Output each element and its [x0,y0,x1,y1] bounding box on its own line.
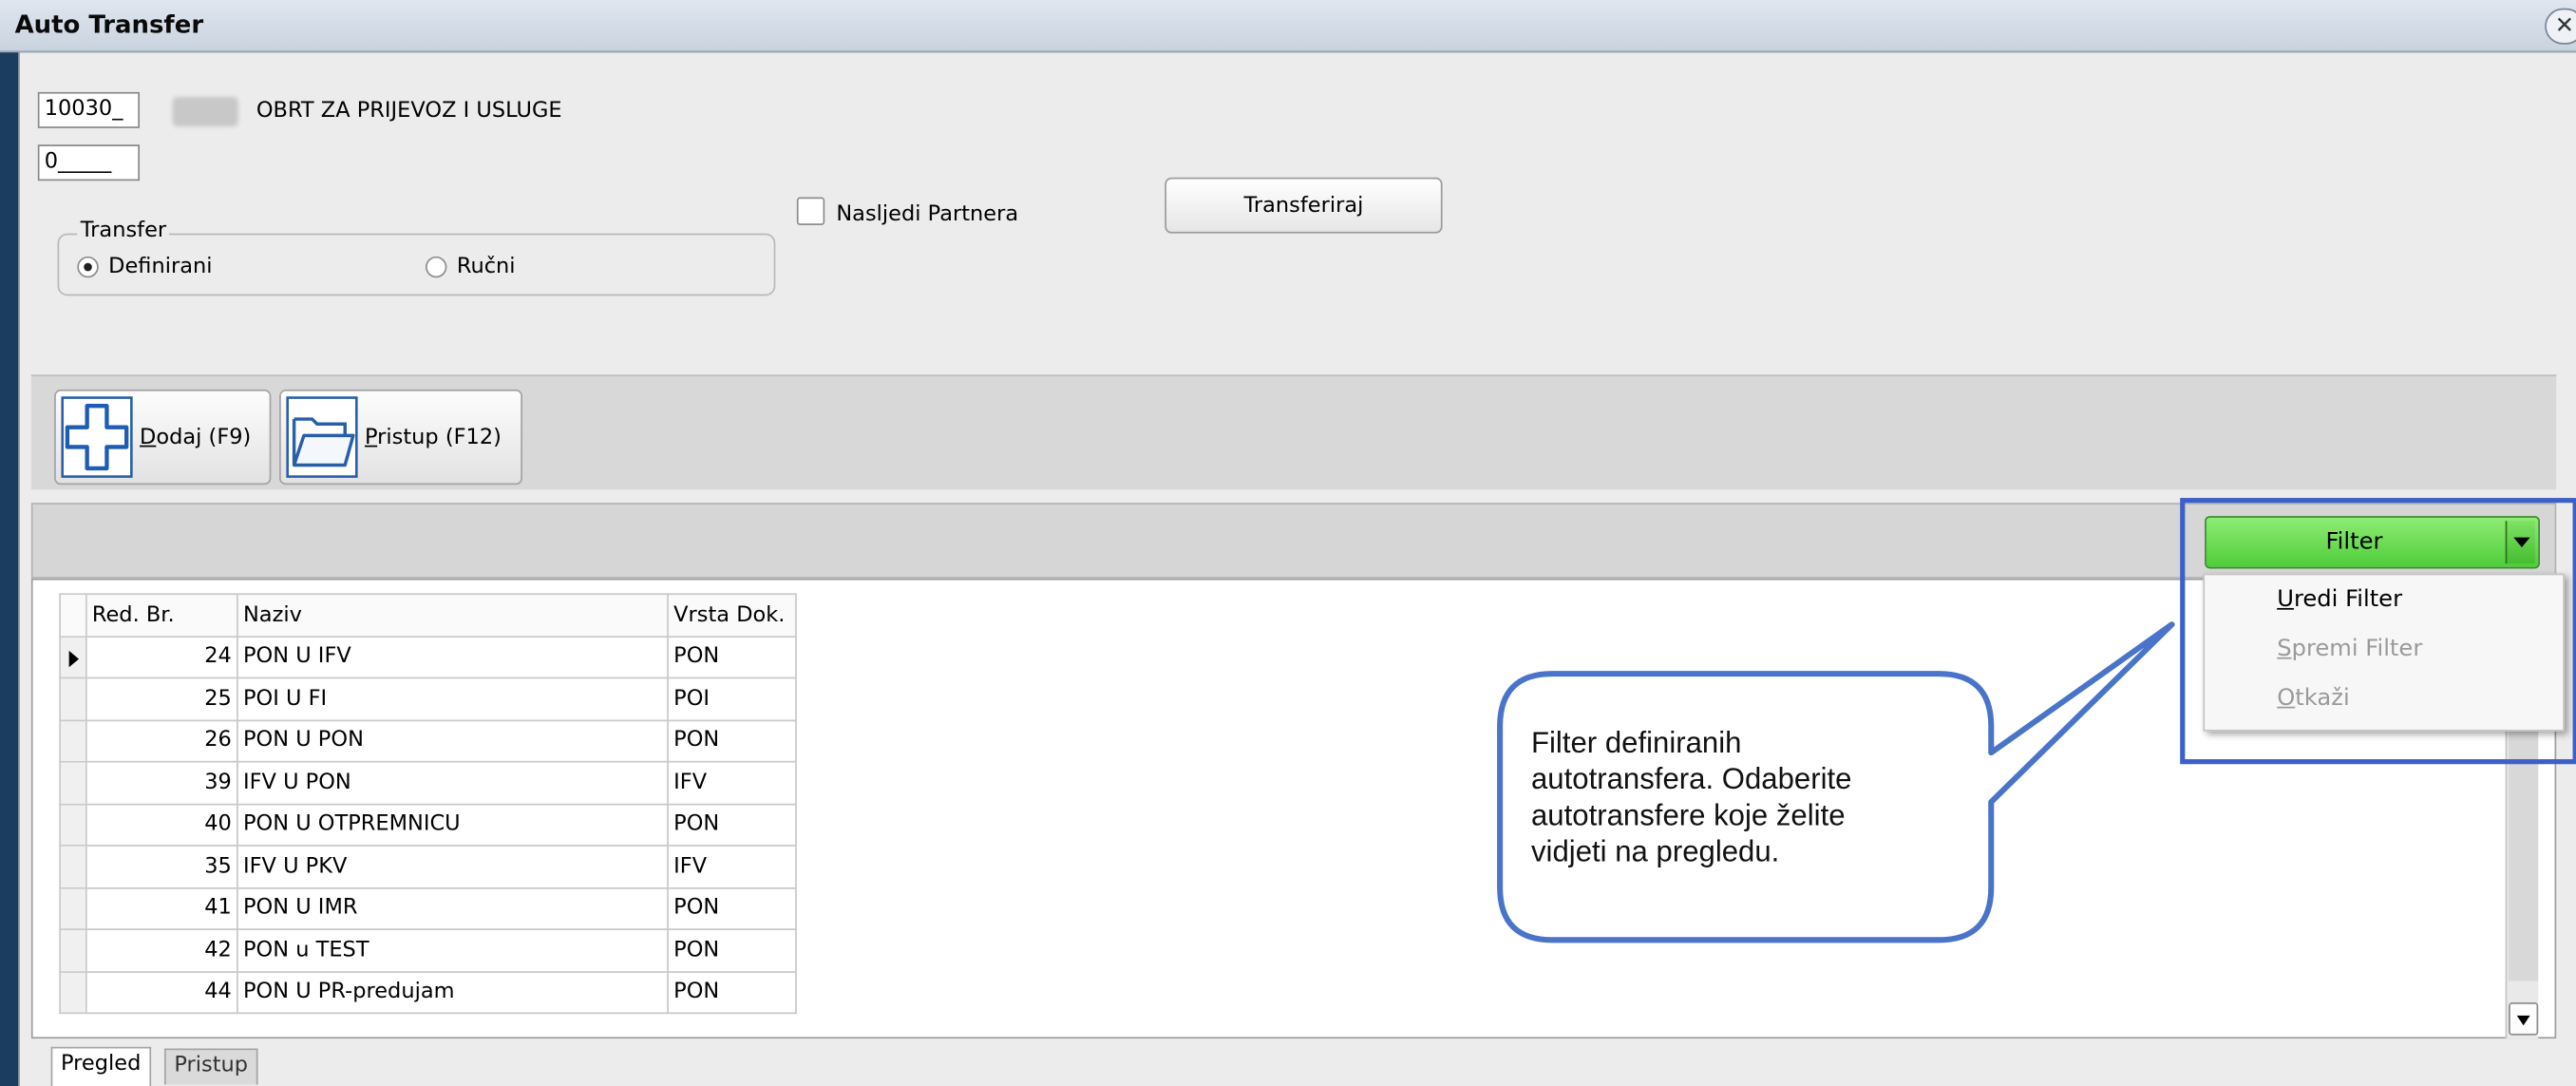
callout-text: Filter definiranih autotransfera. Odaber… [1531,725,1975,869]
toolbar: Dodaj (F9) Pristup (F12) [30,374,2557,490]
callout-line: autotransfere koje želite [1530,798,1846,832]
cell-no[interactable]: 35 [85,845,238,888]
table-header-row: Red. Br. Naziv Vrsta Dok. [59,593,797,638]
radio-rucni-label: Ručni [456,255,516,280]
cell-vrsta[interactable]: PON [667,970,797,1015]
grid-header-panel [30,503,2557,579]
cell-no[interactable]: 39 [85,760,238,805]
add-button-label: Dodaj (F9) [140,425,252,450]
transferiraj-button[interactable]: Transferiraj [1165,177,1443,234]
row-indicator [59,676,87,721]
inherit-partner-checkbox[interactable] [796,197,825,225]
radio-selected-icon[interactable] [77,256,99,278]
cell-naziv[interactable]: POI U FI [237,676,669,721]
row-indicator [59,886,87,930]
row-indicator [59,928,87,973]
table-row[interactable]: 44 PON U PR-predujam PON [59,970,797,1015]
row-indicator-header [59,593,87,638]
cell-vrsta[interactable]: IFV [667,845,797,888]
column-header-vrsta[interactable]: Vrsta Dok. [667,593,797,638]
table-row[interactable]: 40 PON U OTPREMNICU PON [59,802,797,847]
add-button[interactable]: Dodaj (F9) [54,389,272,486]
cell-no[interactable]: 40 [85,802,238,847]
cell-vrsta[interactable]: IFV [667,760,797,805]
highlight-box [2180,498,2576,765]
row-indicator [59,970,87,1015]
plus-icon [61,396,133,478]
table-row[interactable]: 26 PON U PON PON [59,718,797,763]
transfer-legend: Transfer [77,219,170,243]
access-button[interactable]: Pristup (F12) [279,389,523,486]
table-row[interactable]: 42 PON u TEST PON [59,928,797,973]
partner-name: OBRT ZA PRIJEVOZ I USLUGE [256,98,562,124]
radio-definirani-label: Definirani [108,255,213,280]
auto-transfer-screen: Auto Transfer ✕ 10030_ OBRT ZA PRIJEVOZ … [0,0,2576,1086]
inherit-partner-label: Nasljedi Partnera [836,201,1019,227]
cell-naziv[interactable]: PON u TEST [237,928,669,973]
cell-naziv[interactable]: PON U IMR [237,886,669,930]
title-bar: Auto Transfer ✕ [0,0,2576,53]
autotransfer-table: Red. Br. Naziv Vrsta Dok. 24 PON U IFV P… [59,593,797,1015]
secondary-code-field[interactable]: 0_____ [37,144,141,181]
callout-line: autotransfera. Odaberite [1530,762,1852,796]
radio-unselected-icon[interactable] [425,256,447,278]
current-row-icon [59,635,87,679]
cell-no[interactable]: 41 [85,886,238,930]
table-row[interactable]: 39 IFV U PON IFV [59,760,797,805]
row-indicator [59,802,87,847]
cell-no[interactable]: 25 [85,676,238,721]
cell-vrsta[interactable]: POI [667,676,797,721]
access-button-label: Pristup (F12) [364,425,502,450]
column-header-naziv[interactable]: Naziv [237,593,669,638]
radio-rucni[interactable]: Ručni [425,255,516,280]
folder-icon [286,396,358,478]
cell-naziv[interactable]: IFV U PON [237,760,669,805]
cell-no[interactable]: 42 [85,928,238,973]
partner-code-field[interactable]: 10030_ [37,91,141,128]
table-row[interactable]: 35 IFV U PKV IFV [59,845,797,888]
cell-vrsta[interactable]: PON [667,635,797,679]
tab-pristup[interactable]: Pristup [163,1048,258,1085]
cell-naziv[interactable]: PON U IFV [237,635,669,679]
cell-no[interactable]: 44 [85,970,238,1015]
table-row[interactable]: 25 POI U FI POI [59,676,797,721]
scroll-down-icon[interactable] [2509,1002,2539,1036]
cell-vrsta[interactable]: PON [667,718,797,763]
row-indicator [59,760,87,805]
window-edge [0,52,19,1086]
cell-vrsta[interactable]: PON [667,928,797,973]
radio-definirani[interactable]: Definirani [77,255,212,279]
window-title: Auto Transfer [14,10,204,40]
cell-vrsta[interactable]: PON [667,886,797,930]
callout-line: vidjeti na pregledu. [1530,834,1780,868]
row-indicator [59,718,87,763]
cell-naziv[interactable]: PON U OTPREMNICU [237,802,669,847]
cell-naziv[interactable]: PON U PR-predujam [237,970,669,1015]
cell-no[interactable]: 24 [85,635,238,679]
table-row[interactable]: 24 PON U IFV PON [59,635,797,679]
cell-no[interactable]: 26 [85,718,238,763]
tab-pregled[interactable]: Pregled [50,1046,151,1086]
callout-line: Filter definiranih [1530,726,1742,760]
row-indicator [59,845,87,888]
column-header-no[interactable]: Red. Br. [85,593,238,638]
cell-naziv[interactable]: IFV U PKV [237,845,669,888]
table-row[interactable]: 41 PON U IMR PON [59,886,797,930]
cell-naziv[interactable]: PON U PON [237,718,669,763]
close-icon[interactable]: ✕ [2545,8,2576,45]
grid-area: Red. Br. Naziv Vrsta Dok. 24 PON U IFV P… [30,578,2557,1039]
cell-vrsta[interactable]: PON [667,802,797,847]
redacted-partner-id [172,97,238,127]
